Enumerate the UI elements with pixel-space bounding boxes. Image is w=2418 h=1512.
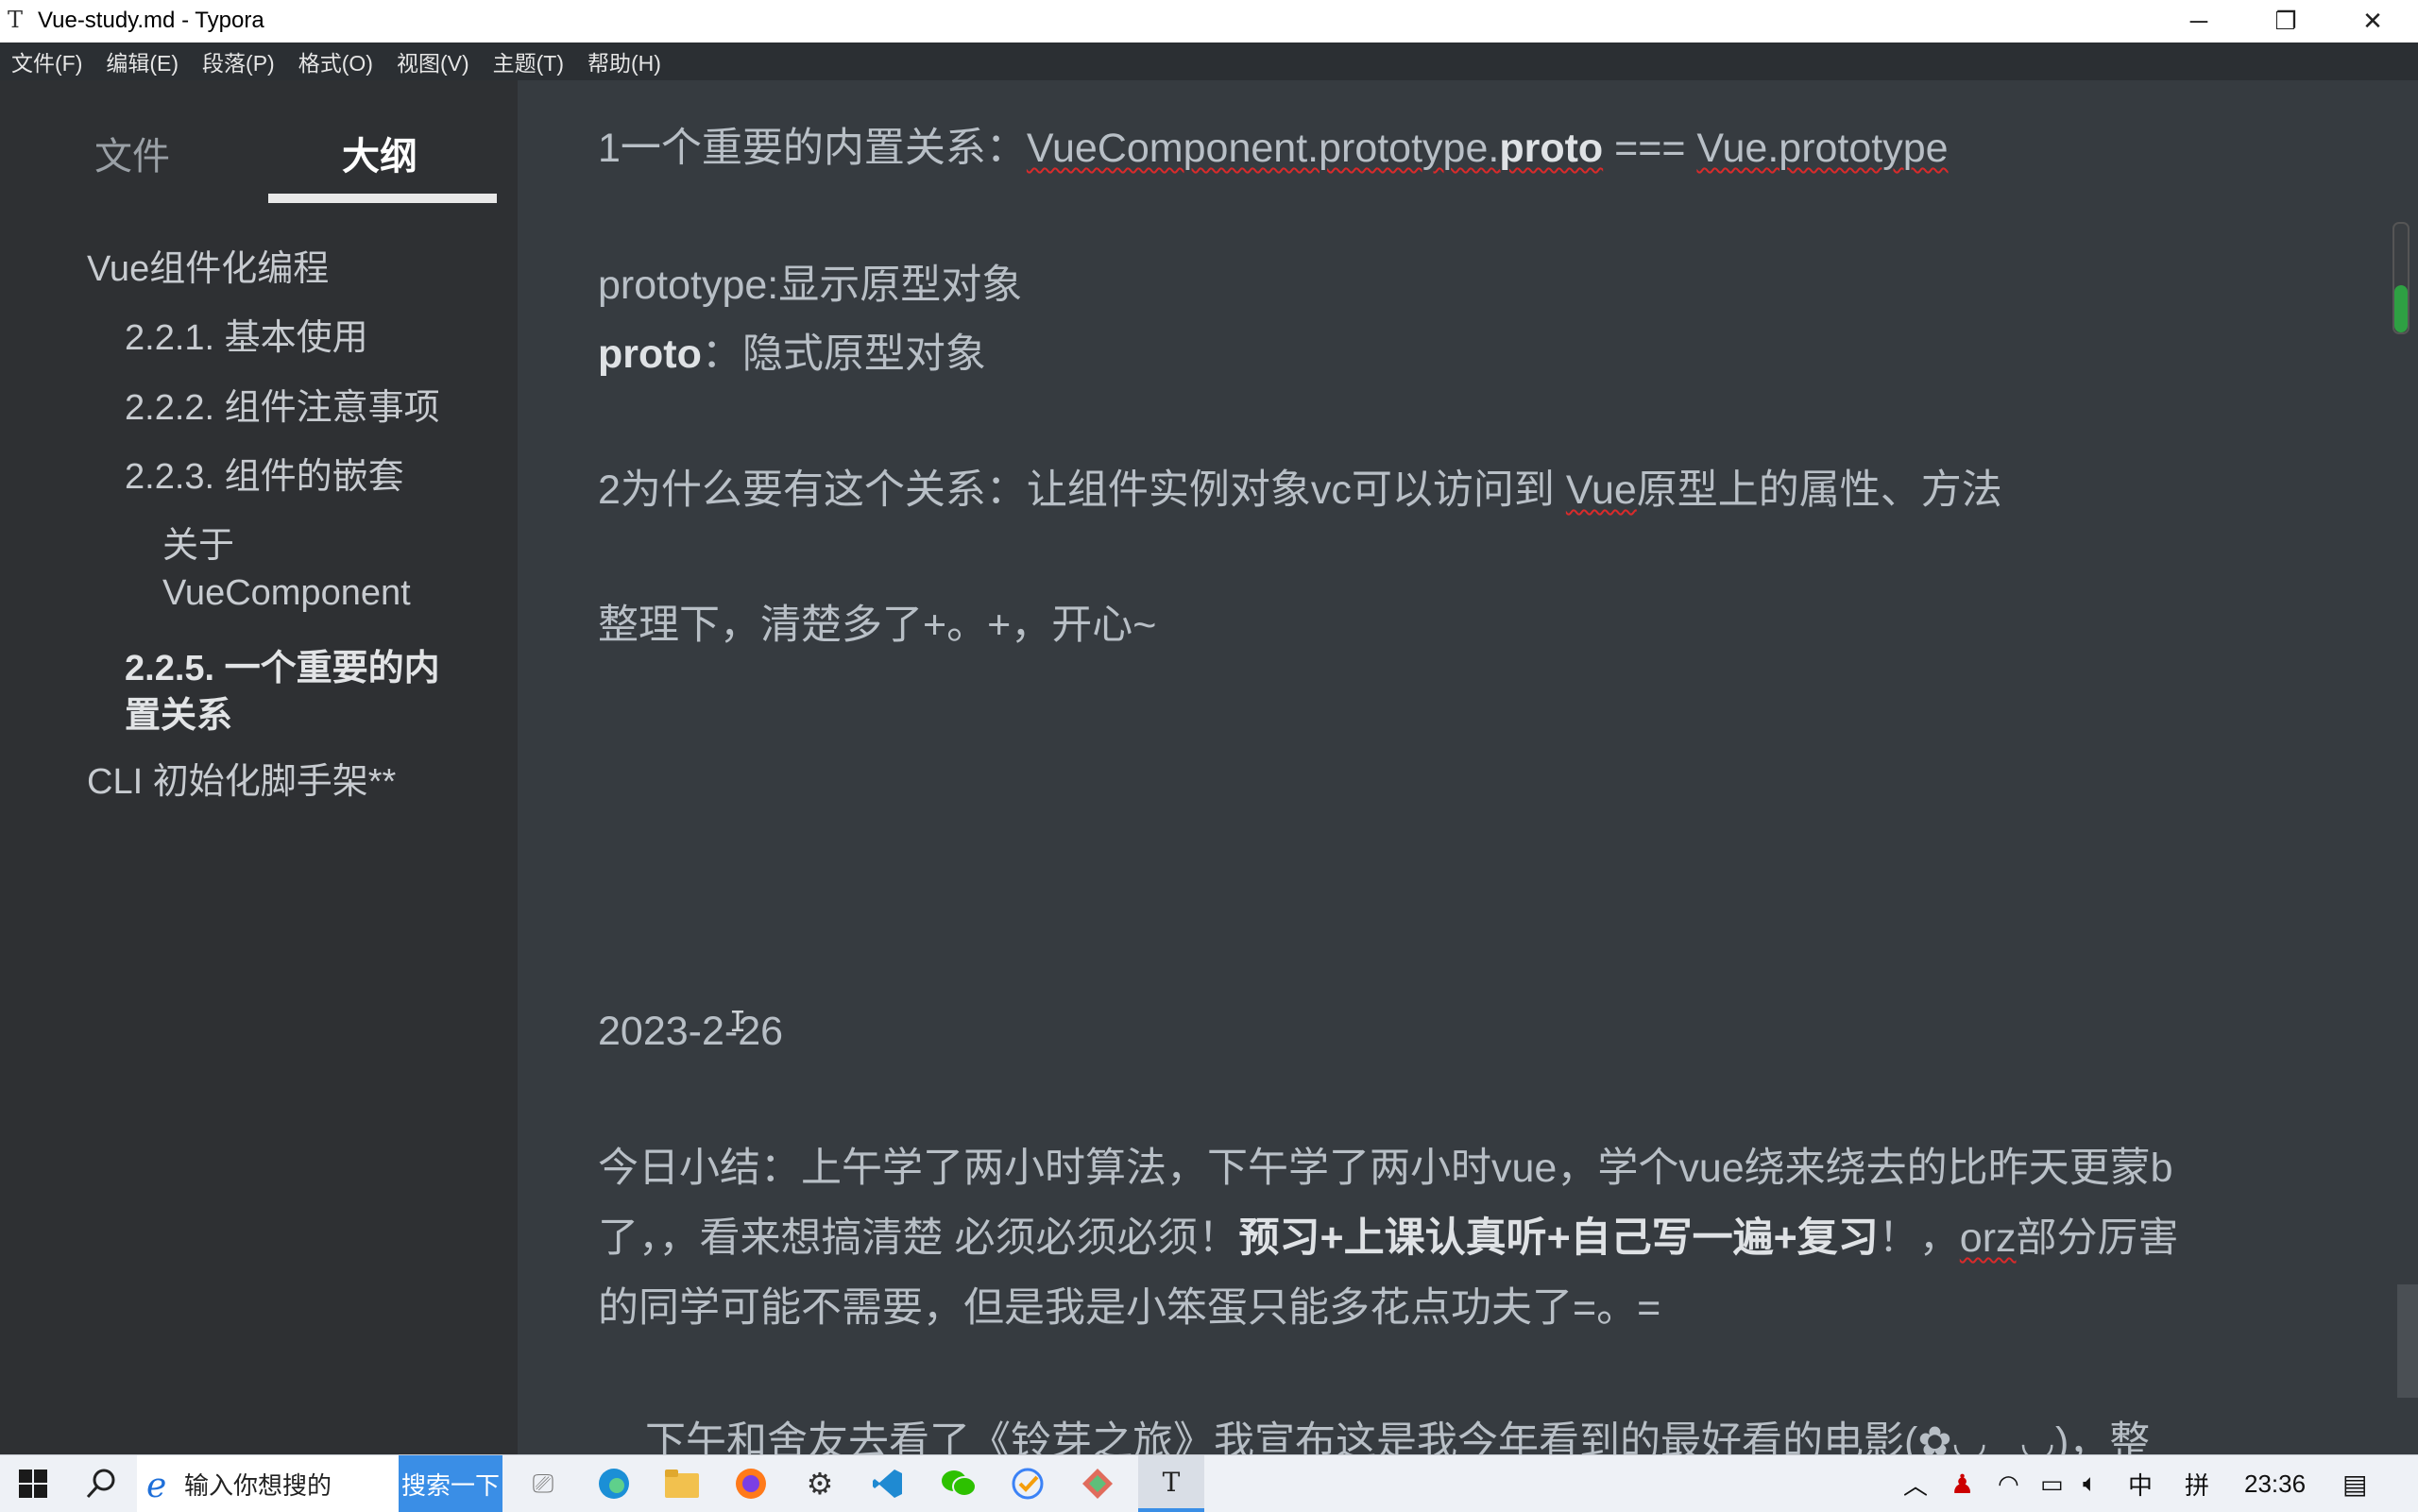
spellcheck-text: Vue.prototype <box>1696 126 1949 171</box>
paragraph-daily-line3: 的同学可能不需要，但是我是小笨蛋只能多花点功夫了=。= <box>598 1285 1661 1331</box>
text: 1一个重要的内置关系： <box>598 126 1027 171</box>
firefox-icon[interactable] <box>723 1455 779 1512</box>
spellcheck-text: Vue <box>1565 467 1637 513</box>
paragraph-why: 2为什么要有这个关系：让组件实例对象vc可以访问到 Vue原型上的属性、方法 <box>598 455 2002 525</box>
text: 2为什么要有这个关系：让组件实例对象vc可以访问到 <box>598 467 1566 513</box>
volume-muted-icon[interactable]: 🔈︎ <box>2083 1455 2098 1512</box>
tab-files[interactable]: 文件 <box>94 126 170 180</box>
paragraph-prototype: prototype:显示原型对象 <box>598 263 1023 308</box>
search-placeholder: 输入你想搜的 <box>184 1470 332 1500</box>
menu-help[interactable]: 帮助(H) <box>587 45 661 77</box>
settings-gear-icon[interactable]: ⚙ <box>792 1455 848 1512</box>
menu-view[interactable]: 视图(V) <box>397 45 469 77</box>
outline-item-vuecomponent[interactable]: 关于 VueComponent <box>162 522 411 617</box>
close-button[interactable]: ✕ <box>2329 0 2416 42</box>
outline-item-component-notes[interactable]: 2.2.2. 组件注意事项 <box>125 384 440 432</box>
maximize-button[interactable]: ❐ <box>2242 0 2329 42</box>
text: 原型上的属性、方法 <box>1636 467 2002 513</box>
taskbar: e 输入你想搜的 搜索一下 ⎚ ⚙ T ︿ ♟ ◠ ▭ 🔈︎ 中 拼 23:36… <box>0 1454 2418 1512</box>
bold-text: proto <box>1499 126 1604 171</box>
outline-item-vue-components[interactable]: Vue组件化编程 <box>87 246 329 293</box>
file-explorer-icon[interactable] <box>654 1455 710 1512</box>
text: ！， <box>1878 1215 1960 1261</box>
menu-format[interactable]: 格式(O) <box>298 45 373 77</box>
paragraph-summary-short: 整理下，清楚多了+。+，开心~ <box>598 603 1157 648</box>
outline-item-important-relation[interactable]: 2.2.5. 一个重要的内 置关系 <box>125 645 440 739</box>
outline-item-cli[interactable]: CLI 初始化脚手架** <box>87 758 396 806</box>
paragraph-relation: 1一个重要的内置关系：VueComponent.prototype.proto … <box>598 113 1949 183</box>
editor-area[interactable]: 1一个重要的内置关系：VueComponent.prototype.proto … <box>518 80 2418 1454</box>
scroll-indicator <box>2394 285 2408 332</box>
todo-check-icon[interactable] <box>999 1455 1056 1512</box>
outline-item-label: 2.2.5. 一个重要的内 <box>125 649 440 688</box>
active-tab-indicator <box>268 194 497 203</box>
paragraph-daily-line2: 了，，看来想搞清楚 必须必须必须！预习+上课认真听+自己写一遍+复习！，orz部… <box>598 1203 2179 1273</box>
sidebar: 文件 大纲 Vue组件化编程 2.2.1. 基本使用 2.2.2. 组件注意事项… <box>0 80 518 1454</box>
tray-expand-icon[interactable]: ︿ <box>1903 1455 1928 1512</box>
outline-item-nesting[interactable]: 2.2.3. 组件的嵌套 <box>125 453 404 501</box>
text: 了，，看来想搞清楚 必须必须必须！ <box>598 1215 1239 1261</box>
minimize-button[interactable]: ─ <box>2155 0 2242 42</box>
typora-taskbar-button[interactable]: T <box>1138 1455 1204 1512</box>
menu-file[interactable]: 文件(F) <box>11 45 82 77</box>
outline-item-label: 关于 <box>162 526 235 566</box>
search-icon <box>86 1469 115 1499</box>
ime-mode[interactable]: 拼 <box>2185 1455 2209 1512</box>
text: ：隐式原型对象 <box>701 331 986 377</box>
tab-outline[interactable]: 大纲 <box>342 126 417 180</box>
text: 部分厉害 <box>2016 1215 2179 1261</box>
typora-icon: T <box>1162 1466 1181 1498</box>
title-bar: T Vue-study.md - Typora ─ ❐ ✕ <box>0 0 2418 42</box>
task-view-icon[interactable]: ⎚ <box>515 1455 571 1512</box>
scrollbar-thumb[interactable] <box>2392 222 2409 334</box>
bold-text: 预习+上课认真听+自己写一遍+复习 <box>1238 1215 1879 1261</box>
clock[interactable]: 23:36 <box>2244 1455 2306 1512</box>
wechat-icon[interactable] <box>930 1455 987 1512</box>
windows-icon <box>19 1470 47 1498</box>
outline-item-label: 置关系 <box>125 696 233 736</box>
menu-paragraph[interactable]: 段落(P) <box>202 45 275 77</box>
sourcetree-icon[interactable] <box>1069 1455 1126 1512</box>
taskbar-search-input[interactable]: e 输入你想搜的 <box>137 1455 399 1512</box>
typora-app-icon: T <box>8 7 24 33</box>
battery-icon[interactable]: ▭ <box>2040 1455 2064 1512</box>
qq-icon[interactable]: ♟ <box>1950 1455 1974 1512</box>
ie-icon: e <box>146 1467 167 1505</box>
restore-icon: ❐ <box>2274 7 2297 35</box>
paragraph-daily-line1: 今日小结：上午学了两小时算法，下午学了两小时vue，学个vue绕来绕去的比昨天更… <box>598 1146 2173 1191</box>
ime-language[interactable]: 中 <box>2128 1455 2153 1512</box>
start-button[interactable] <box>0 1455 66 1512</box>
bold-text: proto <box>598 331 702 377</box>
paragraph-proto: proto：隐式原型对象 <box>598 319 986 389</box>
search-button[interactable] <box>68 1455 134 1512</box>
menu-theme[interactable]: 主题(T) <box>493 45 564 77</box>
notification-icon[interactable]: ▤ <box>2342 1455 2367 1512</box>
edge-icon[interactable] <box>586 1455 642 1512</box>
vscode-icon[interactable] <box>860 1455 916 1512</box>
text: === <box>1603 126 1697 171</box>
spellcheck-text: VueComponent.prototype.proto <box>1027 126 1603 171</box>
close-icon: ✕ <box>2362 7 2383 35</box>
paragraph-cutoff: 下午和舍友去看了《铃芽之旅》我宣布这是我今年看到的最好看的电影(✿◡‿◡)，整 <box>645 1419 2151 1454</box>
outline-item-basic-usage[interactable]: 2.2.1. 基本使用 <box>125 314 368 362</box>
spellcheck-text: orz <box>1959 1215 2017 1261</box>
text-cursor-icon: I <box>729 1006 747 1039</box>
minimize-icon: ─ <box>2189 7 2208 35</box>
search-go-button[interactable]: 搜索一下 <box>399 1455 502 1512</box>
scrollbar-track[interactable] <box>2397 1284 2418 1398</box>
menu-edit[interactable]: 编辑(E) <box>106 45 179 77</box>
window-title: Vue-study.md - Typora <box>38 8 264 33</box>
wifi-icon[interactable]: ◠ <box>1998 1455 2019 1512</box>
text: VueComponent.prototype. <box>1026 126 1500 171</box>
menu-bar: 文件(F) 编辑(E) 段落(P) 格式(O) 视图(V) 主题(T) 帮助(H… <box>0 42 2418 80</box>
paragraph-date: 2023-2-26 <box>598 1009 784 1054</box>
outline-item-label: VueComponent <box>162 573 411 613</box>
